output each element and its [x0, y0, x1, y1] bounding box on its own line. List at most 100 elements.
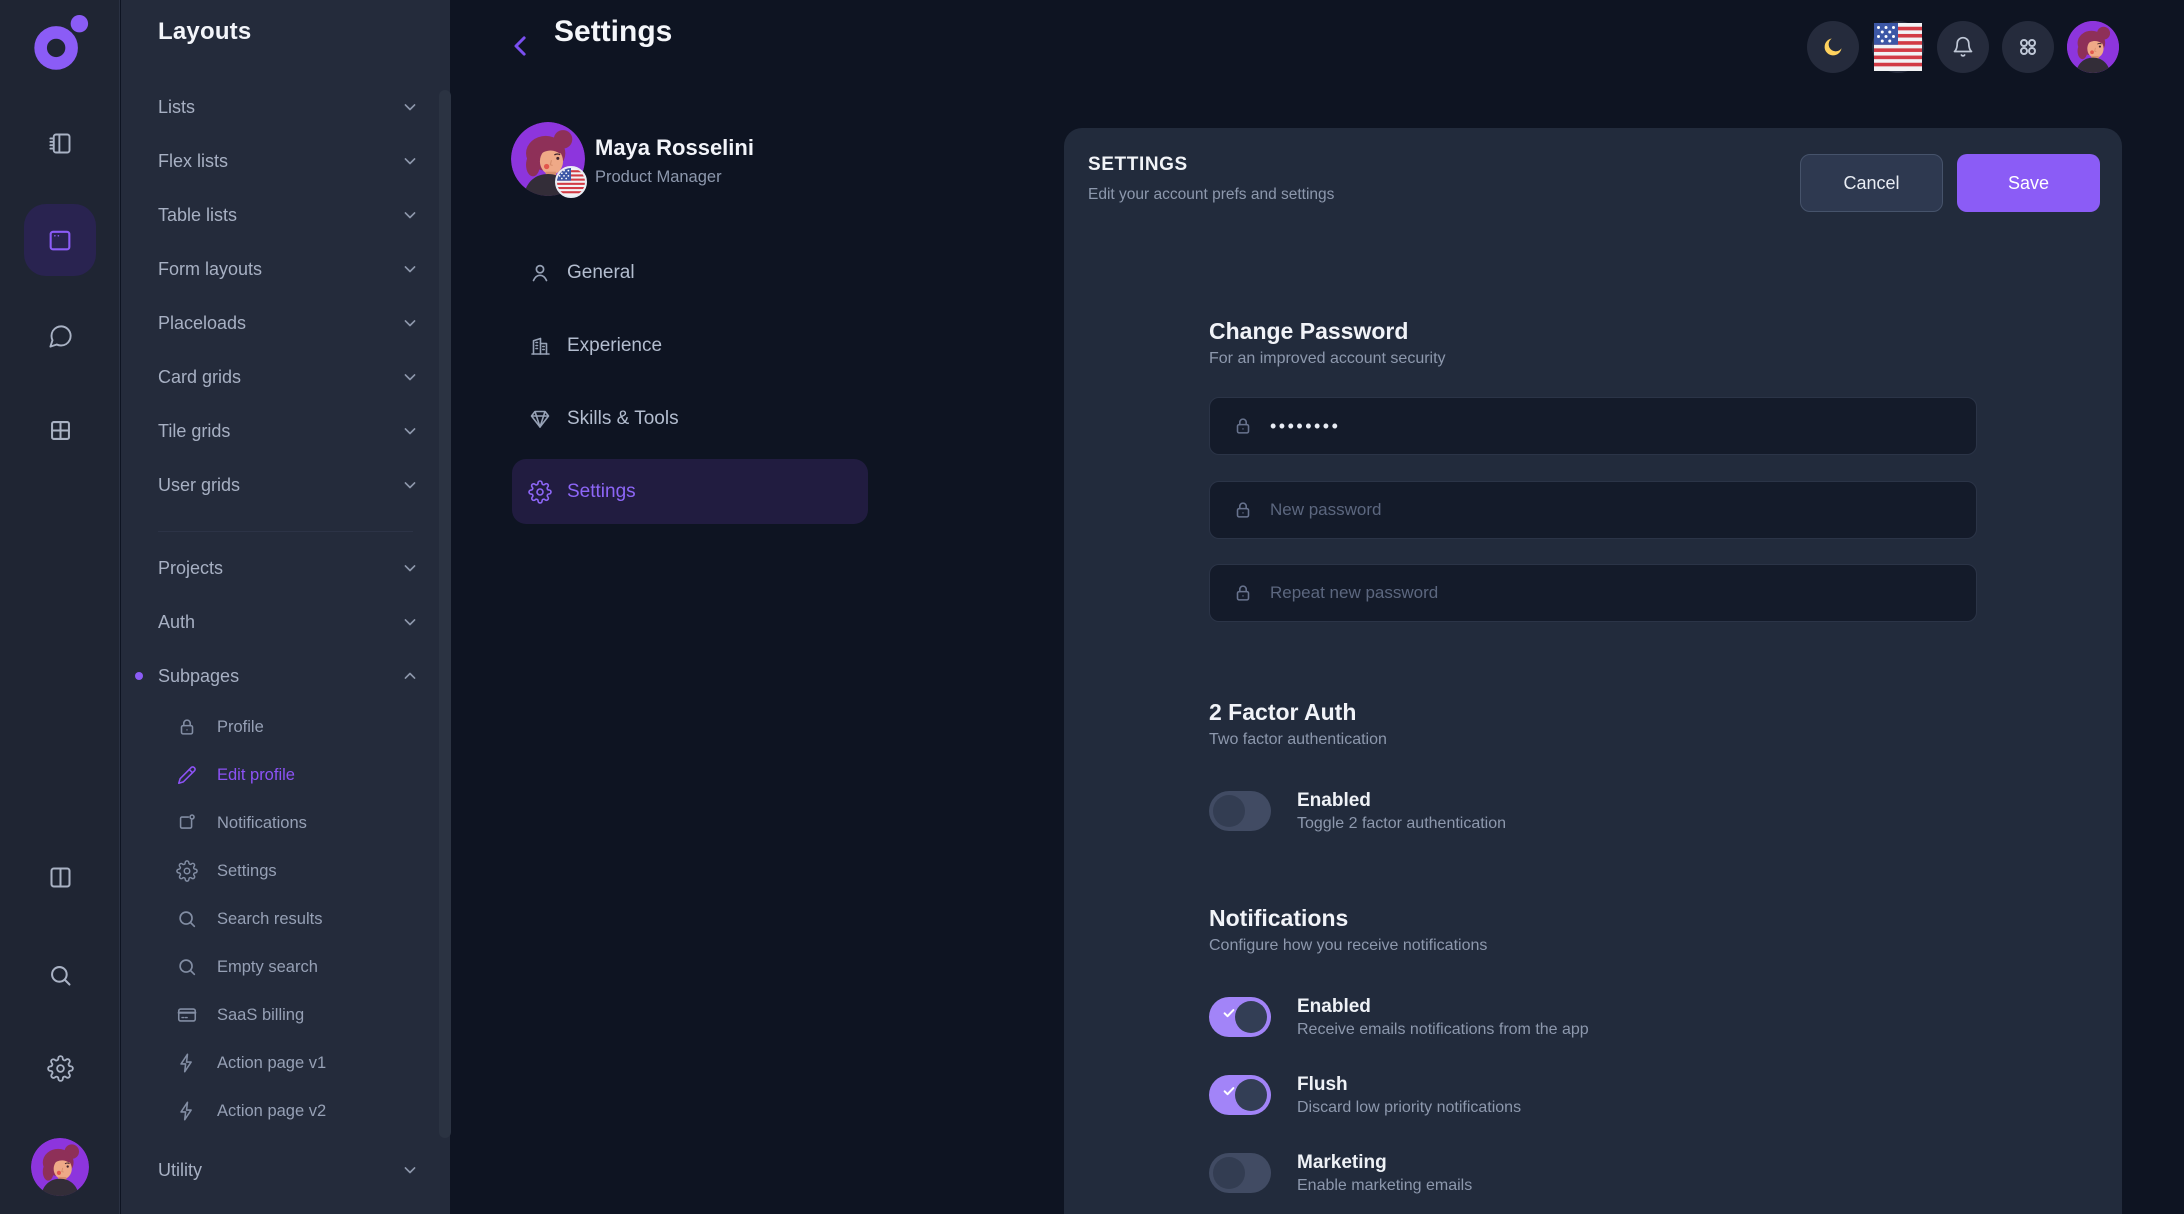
lock-icon [1232, 499, 1254, 521]
sidebar-item-flex-lists[interactable]: Flex lists [121, 134, 450, 188]
sidebar-item-placeloads[interactable]: Placeloads [121, 296, 450, 350]
sidebar-subitem-empty-search[interactable]: Empty search [121, 943, 450, 991]
us-flag-icon [557, 168, 585, 196]
settings-card: SETTINGS Edit your account prefs and set… [1064, 128, 2122, 1214]
language-button[interactable] [1872, 21, 1924, 73]
chevron-down-icon [400, 421, 420, 441]
chevron-down-icon [400, 151, 420, 171]
sidebar-subitem-saas-billing[interactable]: SaaS billing [121, 991, 450, 1039]
sidebar-subitem-action-page-v2[interactable]: Action page v2 [121, 1087, 450, 1135]
current-password-field [1209, 397, 1977, 455]
back-button[interactable] [506, 31, 536, 61]
repeat-password-field [1209, 564, 1977, 622]
sidebar-subitem-profile[interactable]: Profile [121, 703, 450, 751]
section-title-2fa: 2 Factor Auth [1209, 697, 1977, 727]
profile-flag-badge [555, 166, 587, 198]
moon-icon [1821, 35, 1845, 59]
2fa-toggle-description: Toggle 2 factor authentication [1297, 815, 1506, 833]
page-title: Settings [554, 15, 672, 49]
chevron-down-icon [400, 97, 420, 117]
section-subtitle-notifications: Configure how you receive notifications [1209, 935, 1977, 957]
main-area: Settings Maya Rosselini Product Manager … [450, 0, 2184, 1214]
sidebar-subitem-action-page-v1[interactable]: Action page v1 [121, 1039, 450, 1087]
new-password-input[interactable] [1270, 500, 1976, 520]
notifications-enabled-description: Receive emails notifications from the ap… [1297, 1021, 1589, 1039]
check-icon [1222, 1084, 1236, 1098]
profile-nav-general[interactable]: General [512, 240, 868, 305]
section-title-notifications: Notifications [1209, 903, 1977, 933]
avatar-image [2067, 21, 2119, 73]
layouts-window-icon[interactable] [24, 204, 96, 276]
sidebar-item-form-layouts[interactable]: Form layouts [121, 242, 450, 296]
chat-bubble-icon[interactable] [36, 312, 84, 360]
notifications-enabled-toggle[interactable] [1209, 997, 1271, 1037]
sidebar-item-user-grids[interactable]: User grids [121, 458, 450, 512]
person-icon [528, 261, 552, 285]
icon-rail [0, 0, 120, 1214]
sidebar-title: Layouts [158, 18, 251, 46]
cancel-button[interactable]: Cancel [1800, 154, 1943, 212]
gear-icon [528, 480, 552, 504]
columns-icon[interactable] [36, 853, 84, 901]
sidebar-item-auth[interactable]: Auth [121, 595, 450, 649]
sidebar-subitem-edit-profile[interactable]: Edit profile [121, 751, 450, 799]
card-title: SETTINGS [1088, 154, 1800, 176]
notifications-marketing-toggle[interactable] [1209, 1153, 1271, 1193]
active-dot [135, 672, 143, 680]
2fa-toggle-row: Enabled Toggle 2 factor authentication [1209, 783, 1977, 839]
sidebar-item-projects[interactable]: Projects [121, 541, 450, 595]
sidebar-subitem-search-results[interactable]: Search results [121, 895, 450, 943]
sidebar-subitem-notifications[interactable]: Notifications [121, 799, 450, 847]
dark-mode-toggle[interactable] [1807, 21, 1859, 73]
settings-card-body: Change Password For an improved account … [1209, 316, 1977, 1201]
search-icon[interactable] [36, 951, 84, 999]
app-logo-icon[interactable] [29, 14, 91, 76]
save-button[interactable]: Save [1957, 154, 2100, 212]
sidebar-list: Lists Flex lists Table lists Form layout… [121, 80, 450, 1197]
chevron-down-icon [400, 612, 420, 632]
apps-button[interactable] [2002, 21, 2054, 73]
sidebar-subitem-settings[interactable]: Settings [121, 847, 450, 895]
toggle-knob [1235, 1079, 1267, 1111]
lock-icon [176, 716, 198, 738]
notifications-marketing-row: Marketing Enable marketing emails [1209, 1145, 1977, 1201]
sidebar-item-utility[interactable]: Utility [121, 1143, 450, 1197]
current-password-input[interactable] [1270, 416, 1976, 437]
sidebar-item-tile-grids[interactable]: Tile grids [121, 404, 450, 458]
gear-icon [176, 860, 198, 882]
search-icon [176, 956, 198, 978]
new-password-field [1209, 481, 1977, 539]
profile-nav-settings[interactable]: Settings [512, 459, 868, 524]
profile-nav-skills-tools[interactable]: Skills & Tools [512, 386, 868, 451]
panel-left-icon[interactable] [36, 119, 84, 167]
zap-icon [176, 1052, 198, 1074]
sidebar-item-card-grids[interactable]: Card grids [121, 350, 450, 404]
notifications-flush-row: Flush Discard low priority notifications [1209, 1067, 1977, 1123]
repeat-password-input[interactable] [1270, 583, 1976, 603]
bell-icon [1951, 35, 1975, 59]
lock-icon [1232, 415, 1254, 437]
rail-avatar[interactable] [31, 1138, 89, 1196]
building-icon [528, 334, 552, 358]
2fa-toggle[interactable] [1209, 791, 1271, 831]
chevron-up-icon [400, 666, 420, 686]
chevron-down-icon [400, 205, 420, 225]
grid-icon[interactable] [36, 406, 84, 454]
user-avatar[interactable] [2067, 21, 2119, 73]
profile-nav-experience[interactable]: Experience [512, 313, 868, 378]
chevron-down-icon [400, 367, 420, 387]
sidebar-item-subpages[interactable]: Subpages [121, 649, 450, 703]
card-subtitle: Edit your account prefs and settings [1088, 186, 1800, 204]
gear-icon[interactable] [36, 1044, 84, 1092]
notifications-flush-toggle[interactable] [1209, 1075, 1271, 1115]
app-root: Layouts Lists Flex lists Table lists For… [0, 0, 2184, 1214]
sidebar-item-table-lists[interactable]: Table lists [121, 188, 450, 242]
sidebar-item-lists[interactable]: Lists [121, 80, 450, 134]
section-title-change-password: Change Password [1209, 316, 1977, 346]
notifications-flush-label: Flush [1297, 1074, 1521, 1096]
notifications-button[interactable] [1937, 21, 1989, 73]
notifications-marketing-label: Marketing [1297, 1152, 1472, 1174]
lock-icon [1232, 582, 1254, 604]
sidebar-divider [121, 512, 450, 541]
profile-name: Maya Rosselini [595, 135, 754, 161]
